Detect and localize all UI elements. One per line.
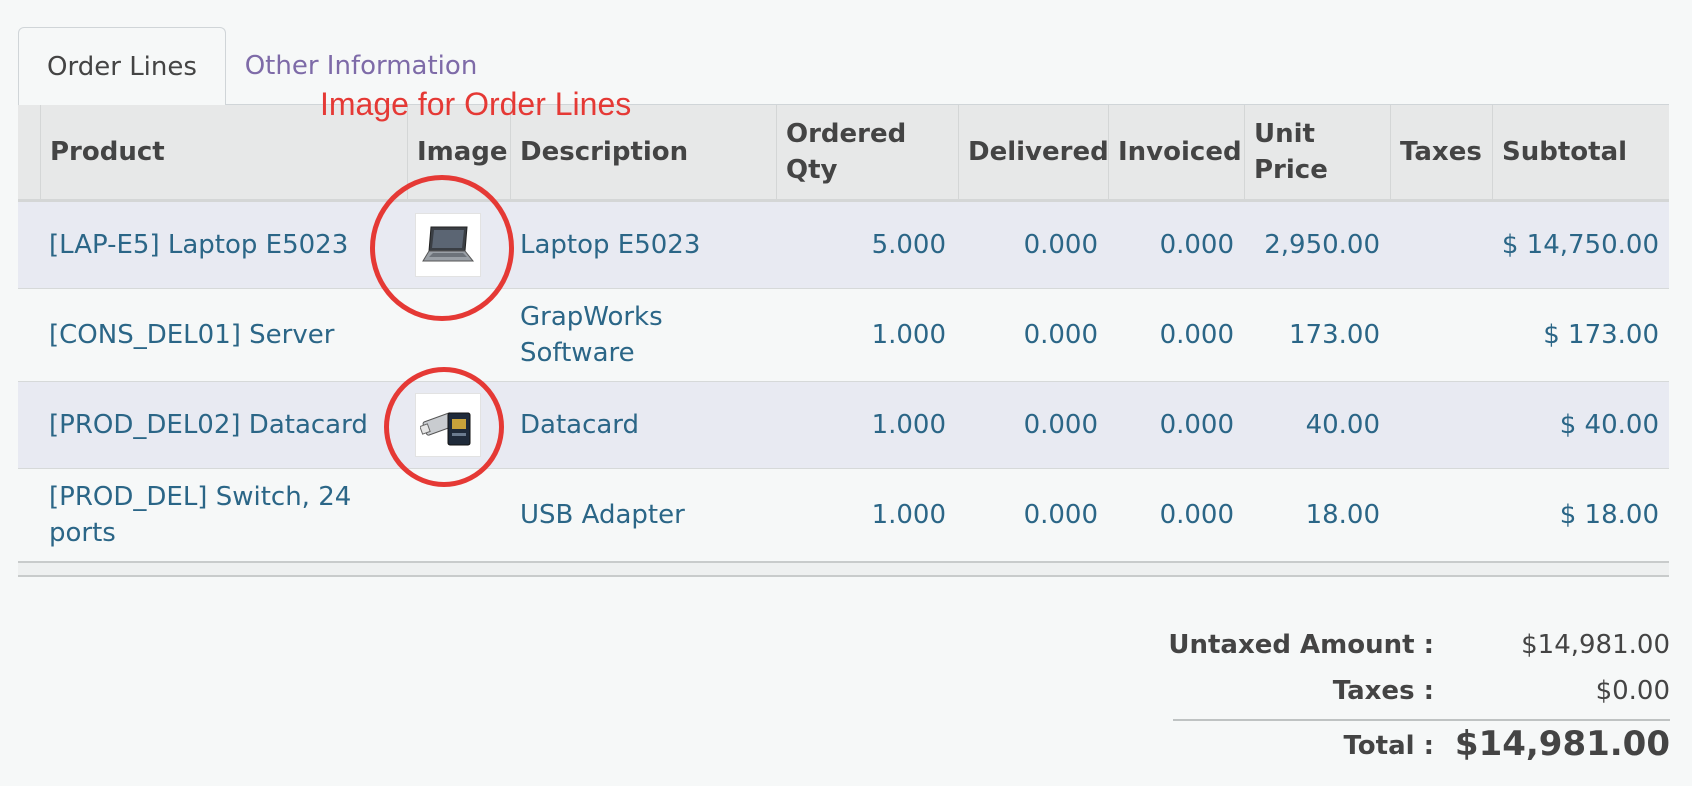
tab-order-lines[interactable]: Order Lines [18, 27, 226, 105]
highlight-circle [370, 175, 514, 321]
description-cell[interactable]: GrapWorks Software [520, 289, 700, 381]
taxes-cell[interactable] [1390, 289, 1482, 381]
unit-price-cell[interactable]: 2,950.00 [1244, 202, 1380, 288]
header-unit-price[interactable]: Unit Price [1244, 105, 1364, 199]
header-invoiced[interactable]: Invoiced [1108, 105, 1244, 199]
ordered-qty-cell[interactable]: 5.000 [776, 202, 946, 288]
taxes-cell[interactable] [1390, 469, 1482, 561]
delivered-cell: 0.000 [1023, 500, 1098, 530]
subtotal-cell: $ 14,750.00 [1501, 230, 1659, 260]
unit-price-cell[interactable]: 173.00 [1244, 289, 1380, 381]
header-taxes[interactable]: Taxes [1390, 105, 1492, 199]
description-cell[interactable]: Datacard [520, 382, 776, 468]
unit-price-cell[interactable]: 18.00 [1244, 469, 1380, 561]
taxes-total-value: $0.00 [1595, 676, 1670, 706]
ordered-qty-cell[interactable]: 1.000 [776, 289, 946, 381]
subtotal-cell: $ 173.00 [1543, 320, 1659, 350]
product-cell[interactable]: [CONS_DEL01] Server [49, 289, 404, 381]
invoiced-cell: 0.000 [1159, 320, 1234, 350]
invoiced-cell: 0.000 [1159, 410, 1234, 440]
table-row[interactable]: [PROD_DEL02] Datacard Datacard 1.000 0.0… [18, 382, 1669, 469]
total-label: Total : [1343, 731, 1434, 761]
totals-divider [1173, 719, 1670, 721]
taxes-cell[interactable] [1390, 382, 1482, 468]
description-cell[interactable]: USB Adapter [520, 469, 776, 561]
annotation-label: Image for Order Lines [320, 86, 632, 122]
subtotal-cell: $ 40.00 [1559, 410, 1659, 440]
header-ordered-qty[interactable]: Ordered Qty [776, 105, 956, 199]
ordered-qty-cell[interactable]: 1.000 [776, 382, 946, 468]
header-subtotal[interactable]: Subtotal [1492, 105, 1669, 199]
total-value: $14,981.00 [1454, 724, 1670, 764]
table-footer [18, 561, 1669, 577]
invoiced-cell: 0.000 [1159, 230, 1234, 260]
product-cell[interactable]: [PROD_DEL02] Datacard [49, 382, 404, 468]
invoiced-cell: 0.000 [1159, 500, 1234, 530]
table-row[interactable]: [LAP-E5] Laptop E5023 Laptop E5023 5.000… [18, 202, 1669, 289]
unit-price-cell[interactable]: 40.00 [1244, 382, 1380, 468]
taxes-cell[interactable] [1390, 202, 1482, 288]
delivered-cell: 0.000 [1023, 230, 1098, 260]
subtotal-cell: $ 18.00 [1559, 500, 1659, 530]
description-cell[interactable]: Laptop E5023 [520, 202, 776, 288]
table-header: Product Image Description Ordered Qty De… [18, 105, 1669, 202]
untaxed-amount-label: Untaxed Amount : [1168, 630, 1434, 660]
taxes-total-label: Taxes : [1332, 676, 1434, 706]
product-cell[interactable]: [PROD_DEL] Switch, 24 ports [49, 469, 379, 561]
ordered-qty-cell[interactable]: 1.000 [776, 469, 946, 561]
untaxed-amount-value: $14,981.00 [1521, 630, 1670, 660]
order-lines-table: Product Image Description Ordered Qty De… [18, 105, 1669, 577]
product-cell[interactable]: [LAP-E5] Laptop E5023 [49, 202, 404, 288]
highlight-circle [384, 367, 504, 487]
table-row[interactable]: [CONS_DEL01] Server GrapWorks Software 1… [18, 289, 1669, 382]
table-row[interactable]: [PROD_DEL] Switch, 24 ports USB Adapter … [18, 469, 1669, 561]
delivered-cell: 0.000 [1023, 410, 1098, 440]
header-delivered[interactable]: Delivered [958, 105, 1109, 199]
delivered-cell: 0.000 [1023, 320, 1098, 350]
